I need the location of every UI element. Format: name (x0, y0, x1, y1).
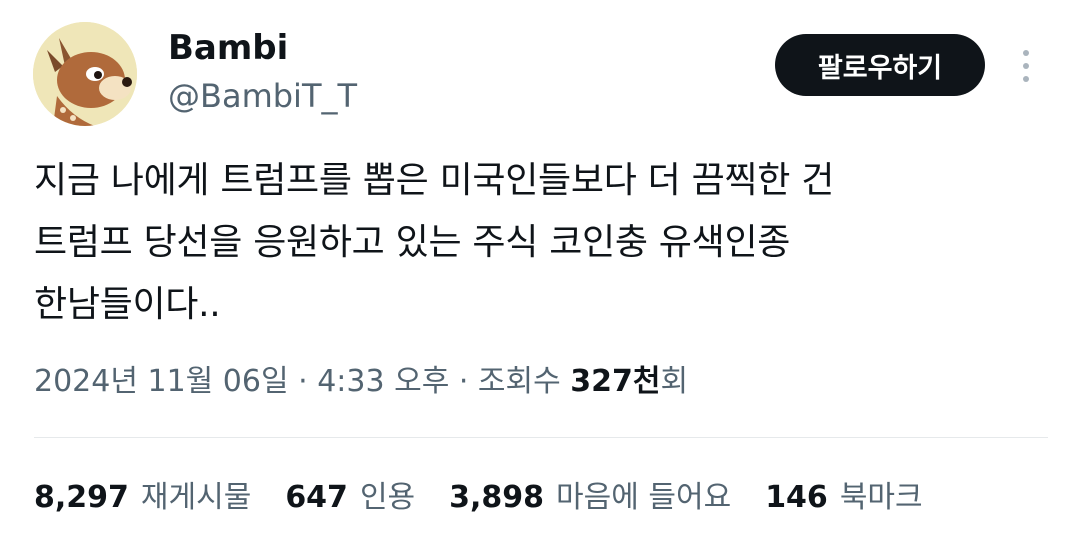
display-name[interactable]: Bambi (168, 28, 288, 68)
bookmarks-count: 146 (765, 480, 828, 515)
divider (34, 437, 1048, 438)
views-count: 327천 (570, 364, 661, 399)
more-vertical-icon (1023, 50, 1029, 56)
bambi-fawn-icon (33, 22, 137, 126)
views-label: 조회수 (477, 364, 571, 399)
meta-separator: · (449, 364, 478, 399)
likes-stat[interactable]: 3,898 마음에 들어요 (449, 476, 731, 520)
engagement-stats: 8,297 재게시물 647 인용 3,898 마음에 들어요 146 북마크 (34, 476, 923, 520)
reposts-label: 재게시물 (140, 480, 252, 515)
likes-label: 마음에 들어요 (556, 480, 732, 515)
tweet-text: 지금 나에게 트럼프를 뽑은 미국인들보다 더 끔찍한 건 트럼프 당선을 응원… (34, 160, 835, 325)
more-vertical-icon (1023, 76, 1029, 82)
likes-count: 3,898 (449, 480, 545, 515)
quotes-count: 647 (285, 480, 348, 515)
bookmarks-label: 북마크 (839, 480, 923, 515)
follow-button[interactable]: 팔로우하기 (775, 34, 985, 96)
views-suffix: 회 (660, 364, 689, 399)
tweet-meta: 2024년 11월 06일 · 4:33 오후 · 조회수 327천회 (34, 360, 688, 404)
reposts-count: 8,297 (34, 480, 129, 515)
tweet-date[interactable]: 2024년 11월 06일 (34, 364, 289, 399)
quotes-stat[interactable]: 647 인용 (285, 476, 415, 520)
bookmarks-stat[interactable]: 146 북마크 (765, 476, 922, 520)
user-handle[interactable]: @BambiT_T (168, 76, 357, 116)
more-options-button[interactable] (1012, 44, 1040, 88)
avatar[interactable] (33, 22, 137, 126)
quotes-label: 인용 (359, 480, 416, 515)
tweet-time[interactable]: 4:33 오후 (317, 364, 449, 399)
meta-separator: · (288, 364, 318, 399)
reposts-stat[interactable]: 8,297 재게시물 (34, 476, 251, 520)
more-vertical-icon (1023, 63, 1029, 69)
